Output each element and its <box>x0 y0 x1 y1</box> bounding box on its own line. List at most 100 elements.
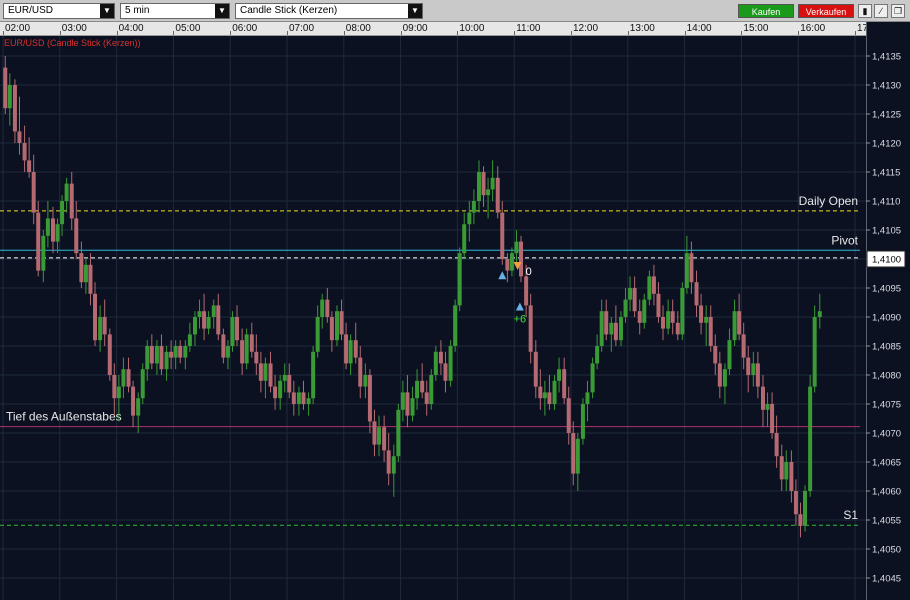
level-label: Daily Open <box>799 194 858 208</box>
time-axis-tick <box>400 31 402 35</box>
candle-body <box>55 224 60 242</box>
candle-body <box>471 201 476 213</box>
candle-body <box>377 427 382 445</box>
candle-body <box>789 462 794 491</box>
candle-body <box>348 340 353 364</box>
time-axis-label: 09:00 <box>402 23 428 34</box>
symbol-select-value: EUR/USD <box>8 5 54 16</box>
candle-body <box>88 264 93 294</box>
candle-style-icon[interactable]: ▮ <box>858 4 872 18</box>
candle-body <box>306 398 311 404</box>
candle-body <box>339 311 344 335</box>
candle-body <box>178 346 183 358</box>
candle-body <box>17 131 22 143</box>
time-axis-tick <box>343 31 345 35</box>
time-axis-tick <box>457 31 459 35</box>
chevron-down-icon[interactable]: ▼ <box>408 4 422 18</box>
price-axis-label: 1,4050 <box>872 545 901 556</box>
trade-marker-label: +6 <box>514 314 527 326</box>
level-label: Tief des Außenstabes <box>6 410 122 424</box>
time-axis-label: 13:00 <box>629 23 655 34</box>
candle-body <box>732 311 737 341</box>
time-axis-label: 04:00 <box>118 23 144 34</box>
candle-body <box>45 218 50 236</box>
candle-body <box>187 334 192 346</box>
candle-body <box>741 334 746 358</box>
candle-body <box>136 398 141 416</box>
time-axis-tick <box>173 31 175 35</box>
candle-body <box>169 351 174 358</box>
candle-body <box>126 369 131 387</box>
price-axis-label: 1,4105 <box>872 226 901 237</box>
candle-body <box>770 404 775 433</box>
sell-button[interactable]: Verkaufen <box>798 4 854 18</box>
price-axis-label: 1,4070 <box>872 429 901 440</box>
candle-body <box>713 346 718 364</box>
candle-body <box>420 380 425 393</box>
candle-body <box>680 288 685 335</box>
candle-body <box>386 450 391 474</box>
candle-body <box>784 462 789 480</box>
candle-body <box>803 491 808 526</box>
candle-body <box>585 392 590 404</box>
candle-body <box>183 346 188 358</box>
candle-body <box>211 305 216 317</box>
candle-body <box>50 218 55 242</box>
candle-body <box>609 322 614 335</box>
time-axis-label: 10:00 <box>459 23 485 34</box>
time-axis-tick <box>230 31 232 35</box>
candle-body <box>3 67 8 109</box>
time-axis-label: 03:00 <box>61 23 87 34</box>
candle-body <box>486 189 491 196</box>
time-axis-label: 11:00 <box>516 23 541 34</box>
candle-body <box>192 317 197 335</box>
candle-body <box>216 305 221 335</box>
chevron-down-icon[interactable]: ▼ <box>215 4 229 18</box>
symbol-select[interactable]: EUR/USD ▼ <box>3 3 115 19</box>
candle-body <box>774 433 779 457</box>
price-axis-label: 1,4090 <box>872 313 901 324</box>
candle-body <box>647 276 652 300</box>
candle-body <box>656 293 661 317</box>
candle-body <box>812 317 817 387</box>
candle-body <box>83 264 88 283</box>
candle-body <box>372 421 377 445</box>
candle-body <box>415 380 420 399</box>
candle-body <box>405 392 410 416</box>
candle-body <box>542 392 547 399</box>
chevron-down-icon[interactable]: ▼ <box>100 4 114 18</box>
candle-body <box>221 334 226 358</box>
candle-body <box>457 253 462 306</box>
candle-body <box>538 386 543 399</box>
candle-body <box>599 311 604 346</box>
candle-body <box>27 160 32 172</box>
chart-title: EUR/USD (Candle Stick (Kerzen)) <box>4 38 141 48</box>
buy-button[interactable]: Kaufen <box>738 4 794 18</box>
candle-body <box>282 375 287 381</box>
price-axis-label: 1,4085 <box>872 342 901 353</box>
candle-body <box>36 212 41 271</box>
time-axis-tick <box>798 31 800 35</box>
candle-body <box>344 334 349 364</box>
chart-style-select[interactable]: Candle Stick (Kerzen) ▼ <box>235 3 423 19</box>
time-axis-label: 15:00 <box>743 23 769 34</box>
candle-body <box>462 224 467 254</box>
candle-body <box>495 177 500 213</box>
candle-body <box>131 386 136 416</box>
candle-body <box>60 201 65 225</box>
candle-body <box>278 380 283 399</box>
candle-body <box>628 288 633 300</box>
candle-body <box>263 363 268 381</box>
candlestick-chart[interactable]: 1,4135 1,4130 1,4125 1,4120 1,4115 1,4110 1,41… <box>0 36 910 600</box>
time-axis-tick <box>287 31 288 35</box>
candle-body <box>202 311 207 329</box>
trade-marker-label: 0 <box>526 266 532 278</box>
price-axis-label: 1,4065 <box>872 458 901 469</box>
candle-body <box>566 398 571 433</box>
candle-body <box>528 305 533 352</box>
detach-window-icon[interactable]: ❐ <box>891 4 905 18</box>
draw-line-icon[interactable]: ∕ <box>874 4 888 18</box>
time-axis-label: 08:00 <box>345 23 371 34</box>
time-axis-label: 07:00 <box>289 23 315 34</box>
interval-select[interactable]: 5 min ▼ <box>120 3 230 19</box>
